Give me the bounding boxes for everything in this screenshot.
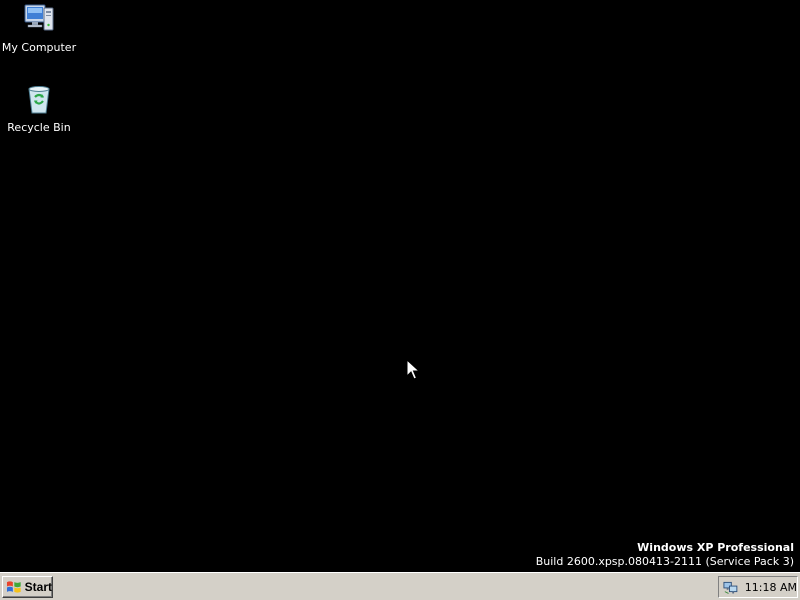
network-icon[interactable]	[723, 579, 738, 595]
taskbar-clock[interactable]: 11:18 AM	[745, 581, 797, 594]
system-tray: 11:18 AM	[718, 576, 798, 598]
my-computer-icon	[24, 4, 54, 31]
start-button-label: Start	[24, 580, 52, 594]
os-build-label: Build 2600.xpsp.080413-2111 (Service Pac…	[535, 555, 794, 568]
desktop-icon-label: Recycle Bin	[7, 121, 71, 134]
start-button[interactable]: Start	[2, 576, 53, 598]
taskbar: Start 11:18 AM	[0, 572, 800, 600]
os-edition-label: Windows XP Professional	[637, 541, 794, 554]
windows-logo-icon	[6, 581, 21, 593]
mouse-pointer-icon	[406, 359, 420, 380]
os-version-watermark: Windows XP Professional Build 2600.xpsp.…	[536, 541, 794, 569]
recycle-bin-icon	[28, 86, 50, 114]
desktop[interactable]: My Computer Recycle Bin Windows XP Profe…	[0, 0, 800, 572]
desktop-icon-label: My Computer	[1, 41, 77, 54]
desktop-icon-recycle-bin[interactable]: Recycle Bin	[0, 82, 78, 135]
desktop-icon-my-computer[interactable]: My Computer	[0, 2, 78, 55]
